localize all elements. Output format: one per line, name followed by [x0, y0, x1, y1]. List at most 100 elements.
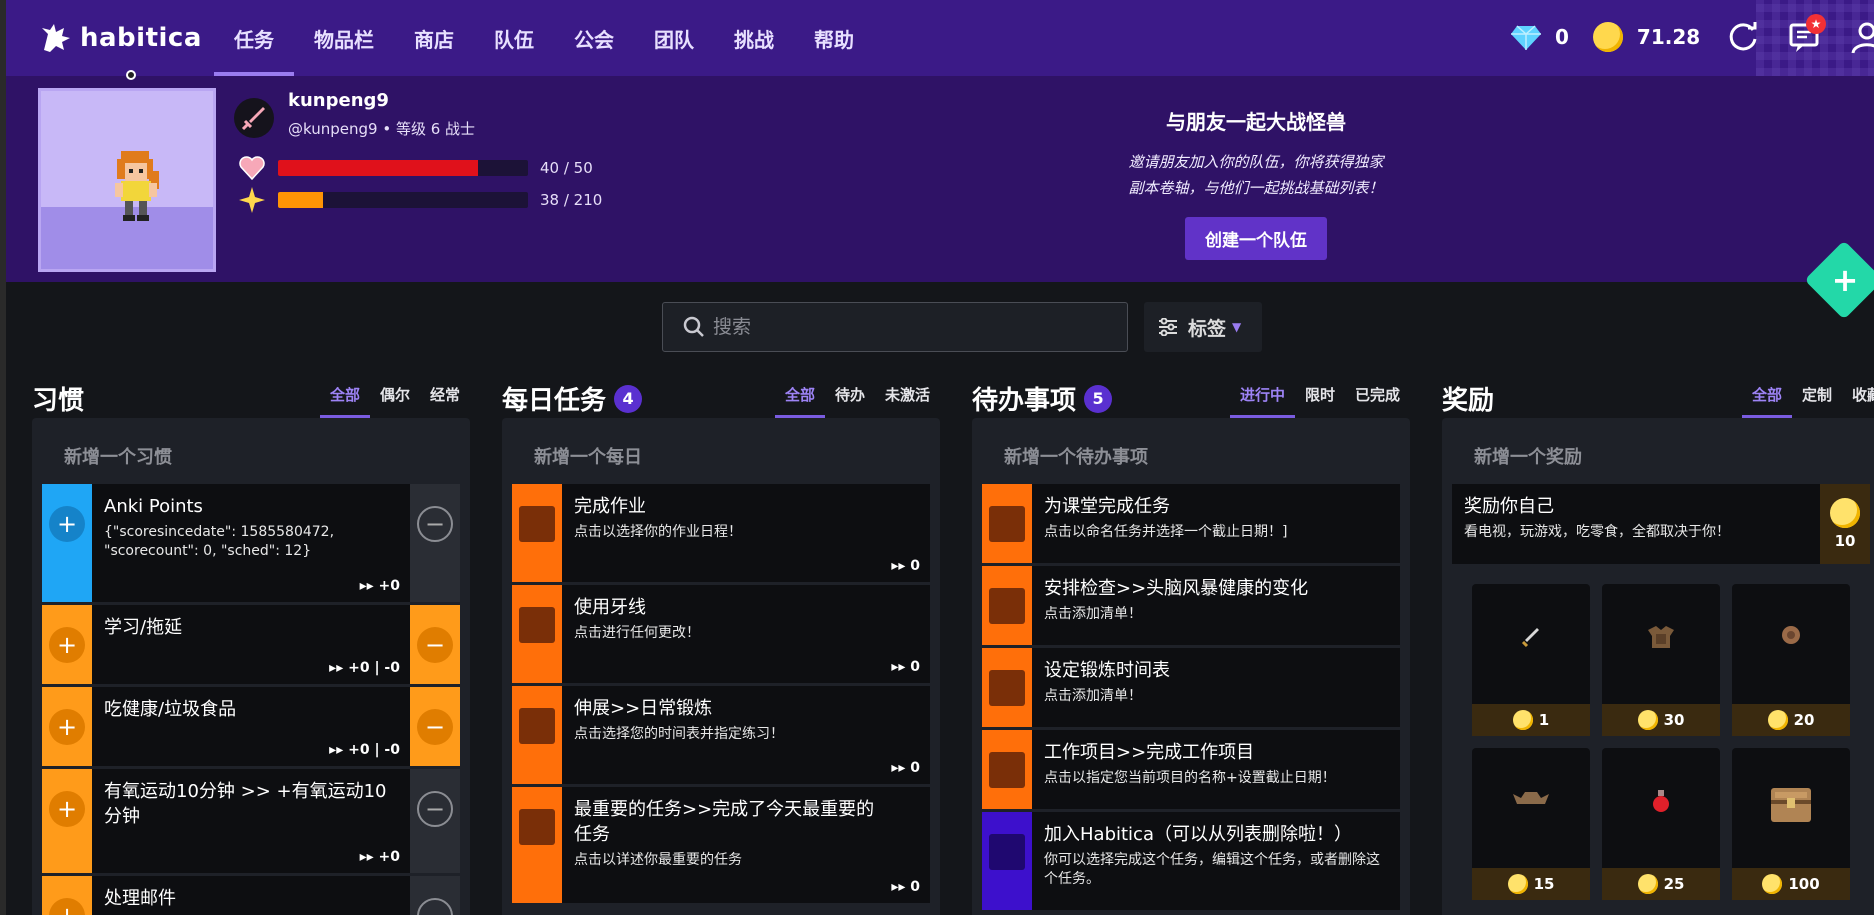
- daily-check-area[interactable]: [512, 585, 562, 683]
- nav-help[interactable]: 帮助: [794, 0, 874, 76]
- rewards-filter-wishlist[interactable]: 收藏: [1842, 384, 1874, 418]
- checkbox[interactable]: [519, 809, 555, 845]
- tags-filter-button[interactable]: 标签 ▼: [1144, 302, 1262, 352]
- nav-guilds[interactable]: 公会: [554, 0, 634, 76]
- todo-item[interactable]: 加入Habitica（可以从列表删除啦！） 你可以选择完成这个任务，编辑这个任务…: [982, 812, 1400, 910]
- shop-item[interactable]: 100: [1732, 748, 1850, 900]
- daily-notes: 点击选择您的时间表并指定练习！: [574, 726, 784, 742]
- plus-icon[interactable]: +: [49, 898, 85, 915]
- shop-item[interactable]: 15: [1472, 748, 1590, 900]
- habits-filter-strong[interactable]: 经常: [420, 384, 470, 418]
- habit-minus-area[interactable]: −: [410, 605, 460, 684]
- todos-filter-dated[interactable]: 限时: [1295, 384, 1345, 418]
- dailies-filter-all[interactable]: 全部: [774, 384, 825, 418]
- habit-title: 吃健康/垃圾食品: [104, 699, 237, 720]
- habit-minus-area[interactable]: −: [410, 687, 460, 766]
- todos-filter-active[interactable]: 进行中: [1229, 384, 1295, 418]
- daily-item[interactable]: 伸展>>日常锻炼 点击选择您的时间表并指定练习！ ▸▸ 0: [512, 686, 930, 784]
- checkbox[interactable]: [519, 708, 555, 744]
- habits-filter-weak[interactable]: 偶尔: [370, 384, 420, 418]
- todo-check-area[interactable]: [982, 484, 1032, 563]
- shop-item[interactable]: 20: [1732, 584, 1850, 736]
- plus-icon[interactable]: +: [49, 506, 85, 542]
- minus-icon[interactable]: −: [417, 506, 453, 542]
- habit-minus-area[interactable]: −: [410, 876, 460, 915]
- plus-icon[interactable]: +: [49, 709, 85, 745]
- daily-check-area[interactable]: [512, 484, 562, 582]
- habit-plus-area[interactable]: +: [42, 484, 92, 602]
- nav-challenges[interactable]: 挑战: [714, 0, 794, 76]
- plus-icon[interactable]: +: [49, 627, 85, 663]
- checkbox[interactable]: [519, 607, 555, 643]
- search-input[interactable]: [713, 316, 1093, 338]
- daily-check-area[interactable]: [512, 686, 562, 784]
- todo-item[interactable]: 安排检查>>头脑风暴健康的变化 点击添加清单！: [982, 566, 1400, 645]
- habitica-logo[interactable]: habitica: [38, 20, 202, 56]
- todo-check-area[interactable]: [982, 648, 1032, 727]
- plus-icon[interactable]: +: [49, 791, 85, 827]
- habit-item[interactable]: + Anki Points {"scoresincedate": 1585580…: [42, 484, 460, 602]
- daily-item[interactable]: 使用牙线 点击进行任何更改！ ▸▸ 0: [512, 585, 930, 683]
- habit-plus-area[interactable]: +: [42, 687, 92, 766]
- add-daily-input[interactable]: 新增一个每日: [512, 428, 930, 484]
- nav-tasks[interactable]: 任务: [214, 0, 294, 76]
- shop-item[interactable]: 30: [1602, 584, 1720, 736]
- reward-buy-button[interactable]: 10: [1820, 484, 1870, 564]
- checkbox[interactable]: [989, 588, 1025, 624]
- todo-item[interactable]: 为课堂完成任务 点击以命名任务并选择一个截止日期！]: [982, 484, 1400, 563]
- habit-item[interactable]: + 有氧运动10分钟 >> +有氧运动10分钟 ▸▸ +0 −: [42, 769, 460, 873]
- item-price-value: 30: [1663, 711, 1685, 729]
- minus-icon[interactable]: −: [417, 898, 453, 915]
- checkbox[interactable]: [989, 506, 1025, 542]
- todo-item[interactable]: 工作项目>>完成工作项目 点击以指定您当前项目的名称+设置截止日期！: [982, 730, 1400, 809]
- shop-item[interactable]: 25: [1602, 748, 1720, 900]
- star-icon: [239, 187, 265, 213]
- habit-plus-area[interactable]: +: [42, 876, 92, 915]
- shield-item-icon: [1732, 624, 1850, 646]
- user-icon[interactable]: [1850, 20, 1874, 54]
- nav-groups[interactable]: 团队: [634, 0, 714, 76]
- nav-shops[interactable]: 商店: [394, 0, 474, 76]
- habit-item[interactable]: + 处理邮件 −: [42, 876, 460, 915]
- add-reward-input[interactable]: 新增一个奖励: [1452, 428, 1870, 484]
- dailies-filter-due[interactable]: 待办: [825, 384, 875, 418]
- checkbox[interactable]: [989, 834, 1025, 870]
- habit-item[interactable]: + 学习/拖延 ▸▸ +0 | -0 −: [42, 605, 460, 684]
- todo-check-area[interactable]: [982, 730, 1032, 809]
- checkbox[interactable]: [989, 670, 1025, 706]
- user-level-line: @kunpeng9 • 等级 6 战士: [288, 120, 476, 138]
- item-price-value: 25: [1663, 875, 1685, 893]
- todos-filter-completed[interactable]: 已完成: [1345, 384, 1410, 418]
- todo-item[interactable]: 设定锻炼时间表 点击添加清单！: [982, 648, 1400, 727]
- minus-icon[interactable]: −: [417, 709, 453, 745]
- create-party-button[interactable]: 创建一个队伍: [1185, 217, 1327, 260]
- habit-item[interactable]: + 吃健康/垃圾食品 ▸▸ +0 | -0 −: [42, 687, 460, 766]
- daily-check-area[interactable]: [512, 787, 562, 903]
- custom-reward[interactable]: 奖励你自己 看电视，玩游戏，吃零食，全都取决于你！ 10: [1452, 484, 1870, 564]
- plus-icon: +: [1831, 261, 1859, 299]
- shop-item[interactable]: 1: [1472, 584, 1590, 736]
- minus-icon[interactable]: −: [417, 627, 453, 663]
- checkbox[interactable]: [519, 506, 555, 542]
- nav-inventory[interactable]: 物品栏: [294, 0, 394, 76]
- sync-icon[interactable]: [1726, 20, 1760, 54]
- add-todo-input[interactable]: 新增一个待办事项: [982, 428, 1400, 484]
- habit-minus-area[interactable]: −: [410, 484, 460, 602]
- daily-item[interactable]: 完成作业 点击以选择你的作业日程！ ▸▸ 0: [512, 484, 930, 582]
- checkbox[interactable]: [989, 752, 1025, 788]
- habit-plus-area[interactable]: +: [42, 605, 92, 684]
- habit-minus-area[interactable]: −: [410, 769, 460, 873]
- rewards-filter-all[interactable]: 全部: [1741, 384, 1792, 418]
- dailies-filter-inactive[interactable]: 未激活: [875, 384, 940, 418]
- add-habit-input[interactable]: 新增一个习惯: [42, 428, 460, 484]
- todo-check-area[interactable]: [982, 566, 1032, 645]
- minus-icon[interactable]: −: [417, 791, 453, 827]
- todo-check-area[interactable]: [982, 812, 1032, 910]
- nav-party[interactable]: 队伍: [474, 0, 554, 76]
- avatar[interactable]: [38, 88, 216, 272]
- rewards-filter-custom[interactable]: 定制: [1792, 384, 1842, 418]
- habit-plus-area[interactable]: +: [42, 769, 92, 873]
- habits-filter-all[interactable]: 全部: [319, 384, 370, 418]
- habit-score: ▸▸ +0: [359, 849, 400, 865]
- daily-item[interactable]: 最重要的任务>>完成了今天最重要的任务 点击以详述你最重要的任务 ▸▸ 0: [512, 787, 930, 903]
